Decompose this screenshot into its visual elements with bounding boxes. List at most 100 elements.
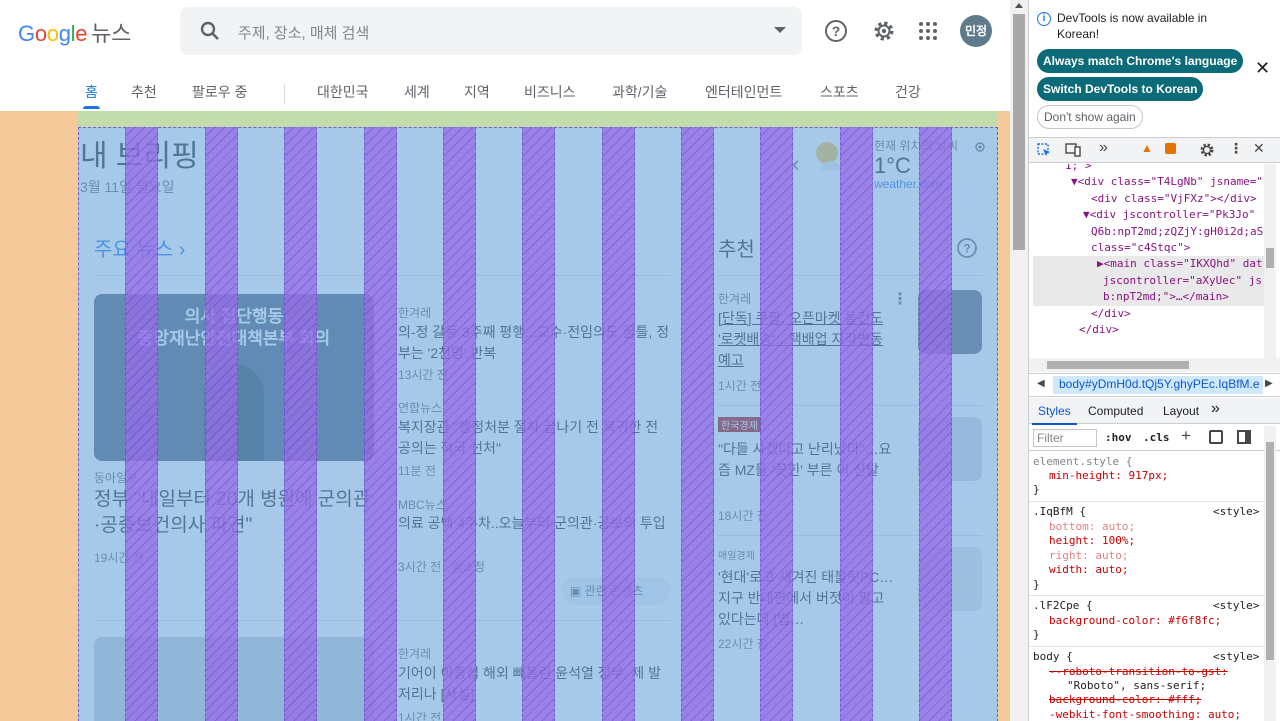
warning-icon[interactable]: ▲ [1141, 141, 1153, 155]
rule-source-link[interactable]: <style> [1213, 599, 1259, 614]
location-icon[interactable] [974, 141, 986, 153]
headline-link[interactable]: 복지장관 "행정처분 절차 끝나기 전 복귀한 전공의는 적극 선처" [398, 417, 670, 459]
tab-world[interactable]: 세계 [404, 82, 430, 102]
sidebar-toggle-icon[interactable] [1237, 430, 1251, 444]
tab-business[interactable]: 비즈니스 [524, 82, 576, 102]
chevron-left-icon[interactable]: ‹ [792, 151, 799, 177]
style-property[interactable]: background-color: #f6f8fc; [1049, 614, 1221, 629]
search-icon[interactable] [198, 19, 222, 43]
rule-selector[interactable]: .lF2Cpe { [1033, 599, 1093, 614]
dom-node[interactable]: Q6b:npT2md;zQZjY:gH0i2d;aS [1091, 224, 1263, 241]
add-rule-icon[interactable]: + [1181, 426, 1191, 446]
class-toggle[interactable]: .cls [1143, 431, 1170, 444]
headline-link[interactable]: 의-정 갈등 3주째 평행...교수·전임의도 꿈틀, 정부는 '2천명' 반복 [398, 322, 670, 364]
tab-computed[interactable]: Computed [1088, 404, 1143, 418]
dom-node-selected[interactable]: jscontroller="aXyUec" js [1033, 273, 1271, 290]
rule-selector[interactable]: .IqBfM { [1033, 505, 1086, 520]
scrollbar-thumb[interactable] [1266, 248, 1274, 268]
main-headline-link[interactable]: 정부 "내일부터 20개 병원에 군의관·공중보건의사 파견" [94, 487, 374, 539]
breadcrumb-item[interactable]: body#yDmH0d.tQj5Y.ghyPEc.IqBfM.e [1053, 376, 1263, 394]
help-icon[interactable]: ? [824, 19, 848, 43]
style-property[interactable]: width: auto; [1049, 563, 1128, 578]
tab-science-tech[interactable]: 과학/기술 [612, 82, 667, 102]
story-image[interactable] [94, 637, 374, 721]
rule-source-link[interactable]: <style> [1213, 650, 1259, 665]
tab-layout[interactable]: Layout [1163, 404, 1199, 418]
close-icon[interactable]: ✕ [1255, 58, 1270, 79]
page-scrollbar[interactable] [1010, 0, 1028, 721]
style-property[interactable]: min-height: 917px; [1049, 469, 1168, 484]
elements-vertical-scrollbar[interactable] [1264, 164, 1276, 358]
dom-node-selected[interactable]: b:npT2md;">…</main> [1033, 289, 1271, 306]
tab-home[interactable]: 홈 [83, 82, 100, 109]
scroll-up-arrow-icon[interactable] [1015, 3, 1023, 8]
scrollbar-thumb[interactable] [1013, 14, 1025, 250]
breadcrumb-right-icon[interactable]: ▶ [1265, 378, 1273, 389]
device-toolbar-icon[interactable] [1065, 143, 1081, 157]
search-dropdown-icon[interactable] [774, 27, 786, 33]
full-coverage-button[interactable]: ▣ 관련 콘텐츠 [562, 577, 670, 605]
top-story-image[interactable]: 의사 집단행동 중앙재난안전대책본부 회의 [94, 294, 374, 461]
tab-korea[interactable]: 대한민국 [317, 82, 369, 102]
styles-vertical-scrollbar[interactable] [1264, 426, 1276, 721]
tab-styles[interactable]: Styles [1032, 404, 1077, 425]
tab-following[interactable]: 팔로우 중 [192, 82, 247, 102]
headline-link[interactable]: 기어이 이종섭 해외 빼돌린 윤석열 정부, 제 발 저리나 [사설] [398, 663, 670, 705]
element-state-icon[interactable] [1209, 430, 1223, 444]
scrollbar-thumb[interactable] [1266, 442, 1274, 660]
dom-node[interactable]: </div> [1079, 322, 1119, 339]
breadcrumb-left-icon[interactable]: ◀ [1037, 378, 1045, 389]
headline-link[interactable]: "다들 사겠다고 난리났다"…요즘 MZ들 '꽂힌' 부른 이 신발 [718, 439, 898, 481]
style-property[interactable]: -webkit-font-smoothing: auto; [1049, 708, 1241, 721]
dom-node-selected[interactable]: ▶<main class="IKXQhd" dat [1033, 256, 1271, 273]
styles-filter-input[interactable]: Filter [1033, 429, 1097, 447]
rule-selector[interactable]: body { [1033, 650, 1073, 665]
hover-state-toggle[interactable]: :hov [1105, 431, 1132, 444]
apps-grid-icon[interactable] [916, 19, 940, 43]
more-tabs-icon[interactable]: » [1211, 400, 1220, 418]
style-property[interactable]: bottom: auto; [1049, 520, 1135, 535]
headline-link[interactable]: '현대'로고 새겨진 태블릿PC…지구 반대편에서 버젓이 팔고 있다는데 [법… [718, 567, 898, 630]
account-avatar[interactable]: 민정 [960, 15, 992, 47]
dom-node[interactable]: ▼<div class="T4LgNb" jsname=" [1071, 174, 1263, 191]
rule-source-link[interactable]: <style> [1213, 505, 1259, 520]
always-match-language-button[interactable]: Always match Chrome's language [1037, 49, 1244, 73]
inspect-element-icon[interactable] [1037, 143, 1051, 157]
headline-link[interactable]: 의료 공백 4주차..오늘부터 군의관·공보의 투입 [398, 513, 670, 534]
dom-node[interactable]: <div class="VjFXz"></div> [1091, 191, 1257, 208]
dom-node[interactable]: 1;"> [1065, 164, 1092, 175]
style-property[interactable]: height: 100%; [1049, 534, 1135, 549]
settings-gear-icon[interactable] [1199, 142, 1215, 158]
style-property[interactable]: right: auto; [1049, 549, 1128, 564]
close-devtools-icon[interactable]: ✕ [1253, 140, 1265, 157]
dont-show-again-button[interactable]: Don't show again [1037, 105, 1143, 129]
story-thumbnail[interactable] [918, 417, 982, 481]
elements-horizontal-scrollbar[interactable] [1029, 358, 1280, 372]
style-property[interactable]: --roboto-transition-to-gst: [1049, 665, 1228, 680]
more-options-icon[interactable]: ⋮ [892, 289, 908, 309]
search-input[interactable]: 주제, 장소, 매체 검색 [238, 22, 369, 43]
settings-gear-icon[interactable] [872, 19, 896, 43]
rule-selector[interactable]: element.style { [1033, 455, 1132, 470]
top-news-heading[interactable]: 주요 뉴스 › [94, 233, 185, 262]
tab-local[interactable]: 지역 [464, 82, 490, 102]
search-box[interactable]: 주제, 장소, 매체 검색 [180, 7, 802, 55]
help-icon[interactable]: ? [956, 237, 978, 259]
style-property[interactable]: background-color: #fff; [1049, 693, 1201, 708]
story-thumbnail[interactable] [918, 547, 982, 611]
tab-health[interactable]: 건강 [895, 82, 921, 102]
dom-node[interactable]: </div> [1091, 306, 1131, 323]
headline-link[interactable]: [단독] 쿠팡, 오픈마켓 물건도 '로켓배송'…택배업 지각변동 예고 [718, 308, 898, 371]
tab-entertainment[interactable]: 엔터테인먼트 [705, 82, 782, 102]
scrollbar-thumb[interactable] [1047, 361, 1189, 369]
more-options-icon[interactable]: ⋮ [1229, 140, 1243, 157]
more-tabs-icon[interactable]: » [1099, 139, 1108, 157]
dom-node[interactable]: ▼<div jscontroller="Pk3Jo" [1083, 207, 1255, 224]
dom-node[interactable]: class="c4Stqc"> [1091, 240, 1190, 257]
weather-source-link[interactable]: weather.com [874, 177, 942, 191]
switch-to-korean-button[interactable]: Switch DevTools to Korean [1037, 77, 1204, 101]
issues-icon[interactable] [1165, 143, 1176, 154]
tab-sports[interactable]: 스포츠 [820, 82, 859, 102]
google-news-logo[interactable]: Google 뉴스 [18, 16, 131, 48]
story-thumbnail[interactable] [918, 290, 982, 354]
